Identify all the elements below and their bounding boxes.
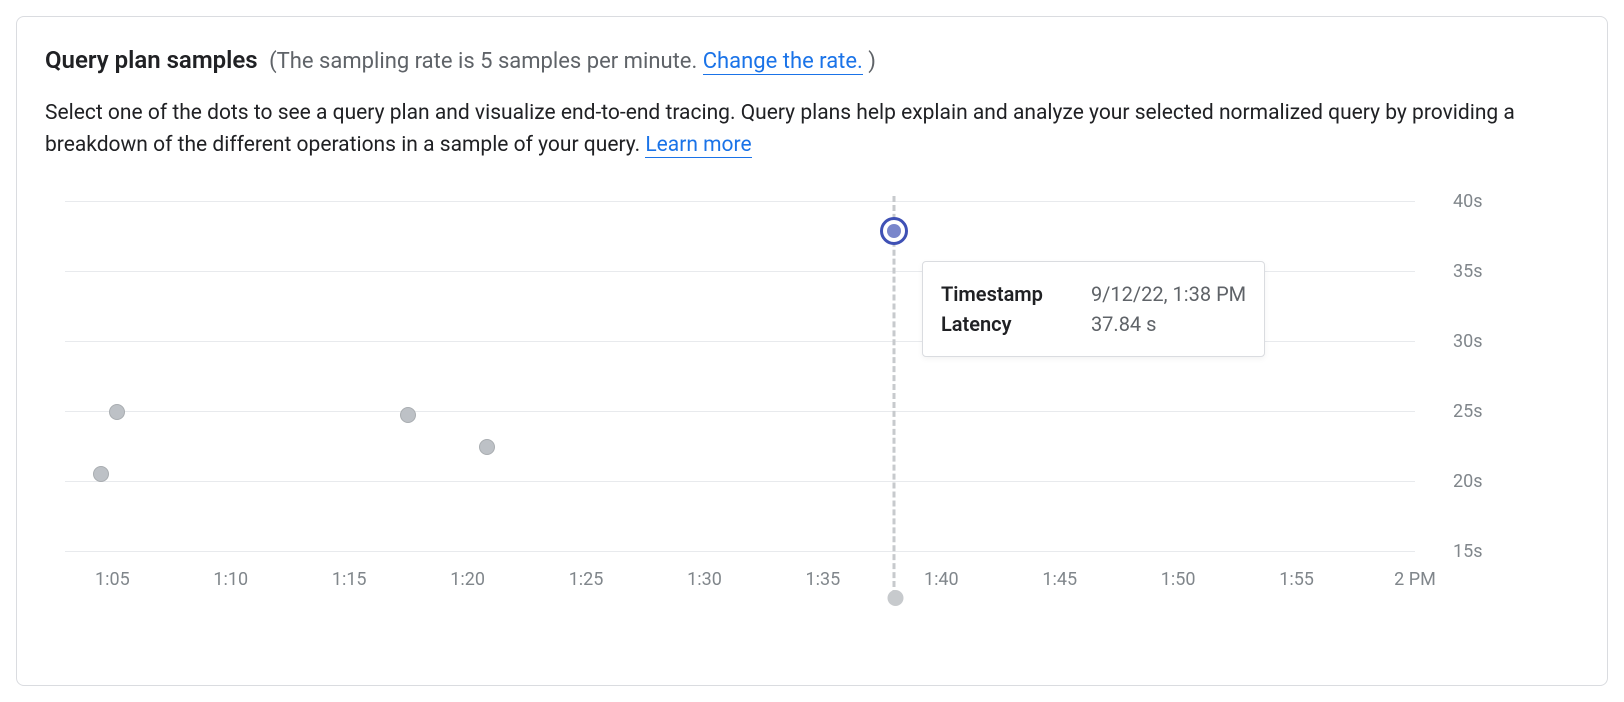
- description-text: Select one of the dots to see a query pl…: [45, 101, 1515, 157]
- y-tick-label: 35s: [1453, 261, 1503, 282]
- x-tick-label: 1:15: [332, 569, 367, 590]
- selected-sample-dot[interactable]: [880, 217, 908, 245]
- plot-area[interactable]: [65, 201, 1415, 551]
- header-paren-open: (: [269, 49, 277, 74]
- x-tick-label: 2 PM: [1394, 569, 1436, 590]
- tooltip-latency-value: 37.84 s: [1091, 312, 1157, 336]
- x-tick-label: 1:05: [95, 569, 130, 590]
- learn-more-link[interactable]: Learn more: [645, 133, 751, 158]
- tooltip-latency-label: Latency: [941, 312, 1091, 336]
- sample-dot[interactable]: [93, 466, 109, 482]
- sample-dot[interactable]: [400, 407, 416, 423]
- point-tooltip: Timestamp 9/12/22, 1:38 PM Latency 37.84…: [922, 261, 1265, 357]
- x-tick-label: 1:25: [569, 569, 604, 590]
- scatter-chart[interactable]: 15s20s25s30s35s40s 1:051:101:151:201:251…: [45, 201, 1579, 641]
- grid-line: [65, 551, 1415, 552]
- crosshair-line: [892, 196, 895, 596]
- header-paren-close: ): [863, 49, 876, 74]
- x-tick-label: 1:30: [687, 569, 722, 590]
- grid-line: [65, 411, 1415, 412]
- x-tick-label: 1:55: [1279, 569, 1314, 590]
- x-tick-label: 1:10: [213, 569, 248, 590]
- y-tick-label: 20s: [1453, 471, 1503, 492]
- query-plan-samples-card: Query plan samples (The sampling rate is…: [16, 16, 1608, 686]
- tooltip-timestamp-value: 9/12/22, 1:38 PM: [1091, 282, 1246, 306]
- y-tick-label: 15s: [1453, 541, 1503, 562]
- y-tick-label: 40s: [1453, 191, 1503, 212]
- section-description: Select one of the dots to see a query pl…: [45, 97, 1525, 161]
- selected-dot-inner-icon: [887, 224, 901, 238]
- sample-dot[interactable]: [479, 439, 495, 455]
- x-tick-label: 1:50: [1161, 569, 1196, 590]
- x-tick-label: 1:40: [924, 569, 959, 590]
- sampling-rate-text: The sampling rate is 5 samples per minut…: [277, 49, 703, 74]
- sample-dot[interactable]: [109, 404, 125, 420]
- y-tick-label: 25s: [1453, 401, 1503, 422]
- crosshair-handle-icon[interactable]: [887, 590, 903, 606]
- change-rate-link[interactable]: Change the rate.: [703, 49, 863, 75]
- x-tick-label: 1:20: [450, 569, 485, 590]
- x-tick-label: 1:35: [806, 569, 841, 590]
- x-tick-label: 1:45: [1042, 569, 1077, 590]
- grid-line: [65, 481, 1415, 482]
- section-title: Query plan samples: [45, 46, 258, 74]
- header-line: Query plan samples (The sampling rate is…: [45, 45, 1579, 77]
- y-tick-label: 30s: [1453, 331, 1503, 352]
- grid-line: [65, 201, 1415, 202]
- tooltip-timestamp-label: Timestamp: [941, 282, 1091, 306]
